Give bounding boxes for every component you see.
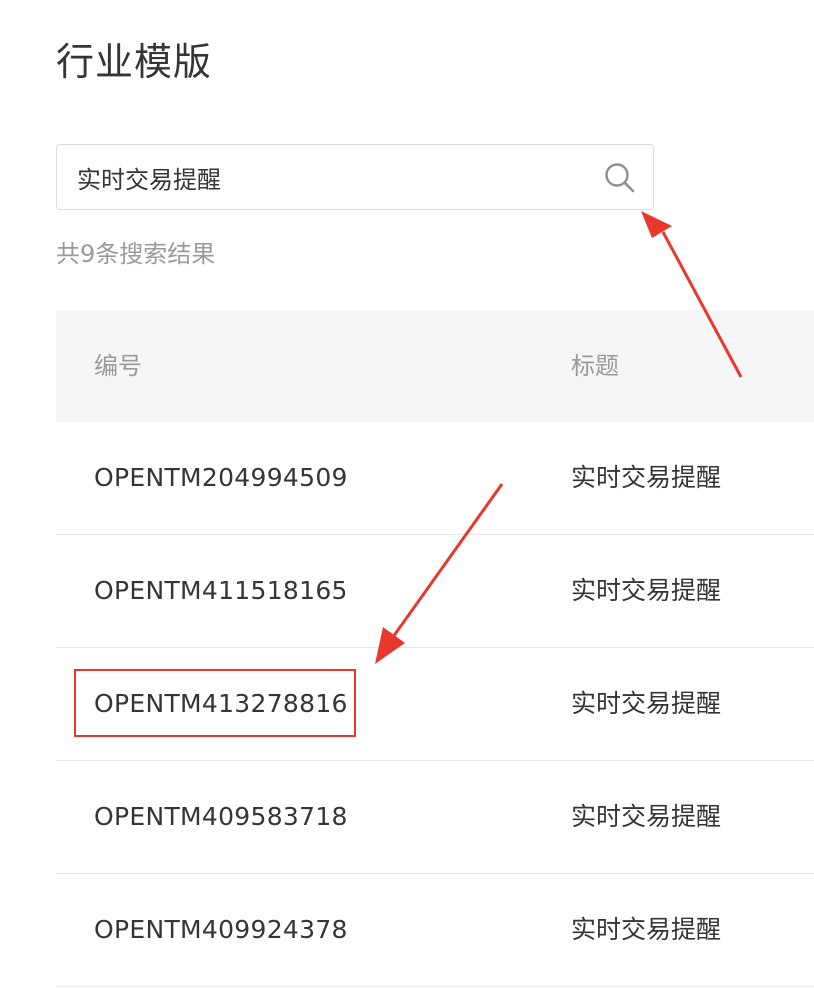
template-title: 实时交易提醒 <box>571 463 722 492</box>
column-header-title: 标题 <box>571 352 619 380</box>
template-id: OPENTM411518165 <box>94 576 348 605</box>
search-box[interactable] <box>56 144 654 210</box>
table-row[interactable]: OPENTM409924378 实时交易提醒 <box>56 874 814 987</box>
table-row[interactable]: OPENTM204994509 实时交易提醒 <box>56 422 814 535</box>
results-table: 编号 标题 OPENTM204994509 实时交易提醒 OPENTM41151… <box>56 310 814 987</box>
template-title: 实时交易提醒 <box>571 576 722 605</box>
search-input[interactable] <box>77 145 577 209</box>
template-title: 实时交易提醒 <box>571 689 722 718</box>
result-count: 共9条搜索结果 <box>56 240 216 268</box>
template-id: OPENTM413278816 <box>94 689 348 718</box>
column-header-id: 编号 <box>94 352 142 380</box>
table-row[interactable]: OPENTM413278816 实时交易提醒 <box>56 648 814 761</box>
page: 行业模版 共9条搜索结果 编号 标题 OPENTM204994509 实时交易提… <box>0 0 814 989</box>
template-id: OPENTM409583718 <box>94 802 348 831</box>
template-title: 实时交易提醒 <box>571 802 722 831</box>
table-header: 编号 标题 <box>56 310 814 422</box>
template-id: OPENTM204994509 <box>94 463 348 492</box>
page-title: 行业模版 <box>56 40 213 84</box>
search-icon[interactable] <box>603 161 637 195</box>
template-id: OPENTM409924378 <box>94 915 348 944</box>
table-row[interactable]: OPENTM411518165 实时交易提醒 <box>56 535 814 648</box>
template-title: 实时交易提醒 <box>571 915 722 944</box>
table-row[interactable]: OPENTM409583718 实时交易提醒 <box>56 761 814 874</box>
